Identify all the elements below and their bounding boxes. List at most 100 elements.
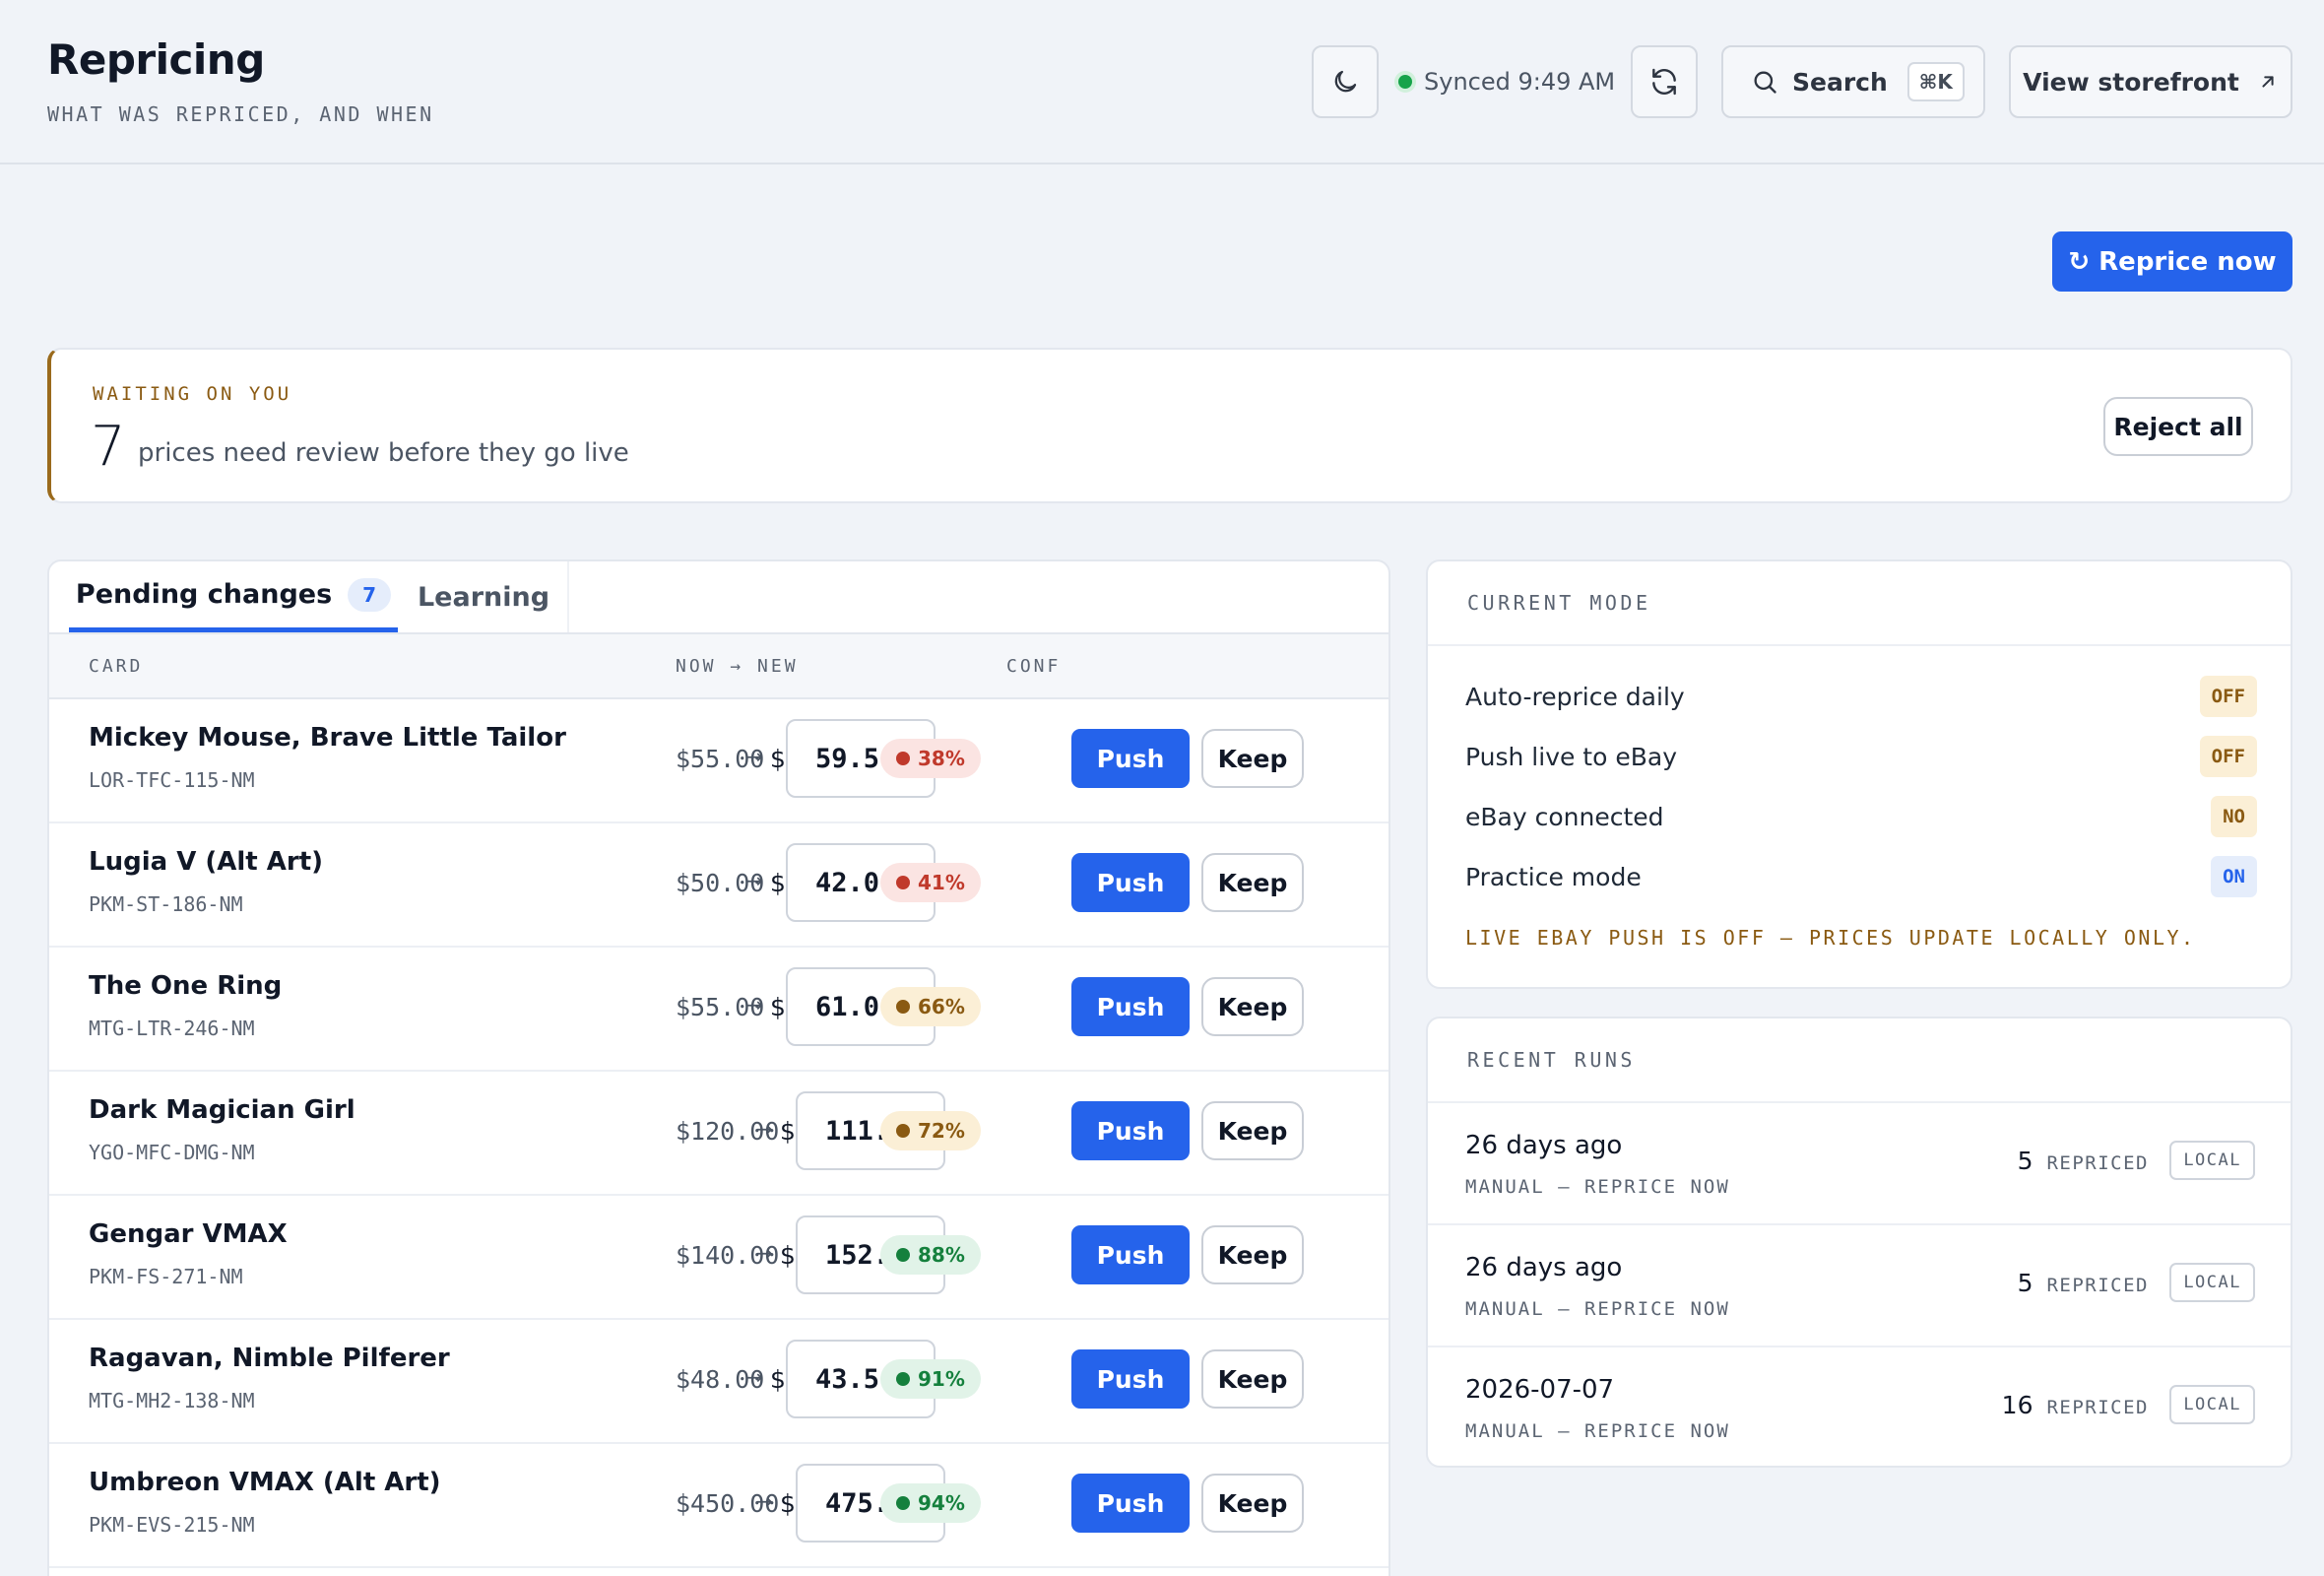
sync-dot-icon <box>1398 75 1412 89</box>
run-row: 26 days ago MANUAL — REPRICE NOW 5 REPRICED… <box>1428 1225 2291 1347</box>
confidence-dot-icon <box>896 1372 910 1386</box>
card-sku: MTG-MH2-138-NM <box>89 1389 255 1412</box>
run-row: 2026-07-07 MANUAL — REPRICE NOW 16 REPRICED… <box>1428 1347 2291 1470</box>
reprice-now-button[interactable]: ↻ Reprice now <box>2052 231 2292 292</box>
external-link-icon <box>2262 76 2274 88</box>
search-shortcut: ⌘K <box>1906 62 1965 101</box>
mode-setting-label: Auto-reprice daily <box>1465 682 1685 711</box>
repriced-label: REPRICED <box>2046 1397 2149 1418</box>
arrow-icon: → <box>756 1241 773 1265</box>
confidence-dot-icon <box>896 876 910 889</box>
arrow-icon: → <box>756 1117 773 1141</box>
pending-rows: Mickey Mouse, Brave Little Tailor LOR-TFC… <box>49 699 1388 1568</box>
card-sku: MTG-LTR-246-NM <box>89 1017 255 1040</box>
arrow-icon: → <box>746 869 763 892</box>
keep-button[interactable]: Keep <box>1201 1474 1304 1533</box>
confidence-value: 72% <box>918 1119 965 1143</box>
push-button[interactable]: Push <box>1071 729 1190 788</box>
divider <box>1428 644 2291 646</box>
refresh-button[interactable] <box>1631 45 1698 118</box>
push-button[interactable]: Push <box>1071 1225 1190 1284</box>
current-mode-title: CURRENT MODE <box>1467 591 1651 615</box>
page-title: Repricing <box>47 35 265 84</box>
currency-symbol: $ <box>780 1241 796 1270</box>
current-mode-panel: CURRENT MODE Auto-reprice daily OFF Push l… <box>1426 559 2292 989</box>
keep-button[interactable]: Keep <box>1201 1225 1304 1284</box>
confidence-badge: 72% <box>880 1111 981 1150</box>
push-button[interactable]: Push <box>1071 1349 1190 1409</box>
keep-button[interactable]: Keep <box>1201 1101 1304 1160</box>
confidence-value: 94% <box>918 1491 965 1515</box>
sync-status: Synced 9:49 AM <box>1398 63 1615 100</box>
push-button[interactable]: Push <box>1071 853 1190 912</box>
card-sku: LOR-TFC-115-NM <box>89 768 255 792</box>
confidence-value: 38% <box>918 747 965 770</box>
card-name: Gengar VMAX <box>89 1219 288 1249</box>
search-button[interactable]: Search ⌘K <box>1721 45 1985 118</box>
push-button[interactable]: Push <box>1071 1474 1190 1533</box>
refresh-icon <box>1652 68 1676 96</box>
keep-button[interactable]: Keep <box>1201 853 1304 912</box>
table-row: Dark Magician Girl YGO-MFC-DMG-NM $120.00 →… <box>49 1072 1388 1196</box>
mode-note: LIVE EBAY PUSH IS OFF — PRICES UPDATE LO… <box>1465 926 2196 950</box>
mode-setting-label: eBay connected <box>1465 802 1664 831</box>
push-button[interactable]: Push <box>1071 977 1190 1036</box>
table-row: Mickey Mouse, Brave Little Tailor LOR-TFC… <box>49 699 1388 823</box>
repriced-count: 5 REPRICED <box>2018 1147 2149 1175</box>
view-storefront-button[interactable]: View storefront <box>2009 45 2292 118</box>
search-icon <box>1754 71 1776 94</box>
repriced-number: 5 <box>2017 1269 2034 1297</box>
push-button[interactable]: Push <box>1071 1101 1190 1160</box>
tab-learning[interactable]: Learning <box>400 561 569 632</box>
col-now-new: NOW → NEW <box>676 656 799 677</box>
tab-bar: Pending changes 7 Learning <box>49 561 1388 634</box>
arrow-icon: → <box>746 1365 763 1389</box>
col-conf: CONF <box>1006 656 1062 677</box>
arrow-icon: → <box>746 745 763 768</box>
currency-symbol: $ <box>770 745 786 773</box>
waiting-label: WAITING ON YOU <box>93 383 292 405</box>
theme-toggle-button[interactable] <box>1312 45 1379 118</box>
run-row: 26 days ago MANUAL — REPRICE NOW 5 REPRICED… <box>1428 1103 2291 1225</box>
card-sku: PKM-FS-271-NM <box>89 1265 243 1288</box>
table-header: CARD NOW → NEW CONF <box>49 634 1388 699</box>
waiting-banner: WAITING ON YOU 7 prices need review befo… <box>47 348 2292 503</box>
confidence-badge: 66% <box>880 987 981 1026</box>
run-kind: MANUAL — REPRICE NOW <box>1465 1176 1730 1198</box>
tab-pending-label: Pending changes <box>75 579 333 610</box>
arrow-icon: → <box>746 993 763 1017</box>
confidence-value: 91% <box>918 1367 965 1391</box>
confidence-badge: 91% <box>880 1359 981 1399</box>
mode-setting-label: Practice mode <box>1465 862 1642 891</box>
mode-status-badge: OFF <box>2199 676 2257 717</box>
confidence-value: 41% <box>918 871 965 894</box>
keep-button[interactable]: Keep <box>1201 977 1304 1036</box>
confidence-value: 88% <box>918 1243 965 1267</box>
repriced-number: 5 <box>2017 1147 2034 1175</box>
mode-status-badge: ON <box>2211 856 2257 897</box>
reject-all-button[interactable]: Reject all <box>2103 397 2253 456</box>
card-sku: PKM-EVS-215-NM <box>89 1513 255 1537</box>
confidence-badge: 41% <box>880 863 981 902</box>
confidence-dot-icon <box>896 1248 910 1262</box>
waiting-count: 7 <box>91 415 126 479</box>
repriced-label: REPRICED <box>2046 1275 2149 1296</box>
mode-setting-row: Practice mode ON <box>1465 852 2257 901</box>
run-kind: MANUAL — REPRICE NOW <box>1465 1298 1730 1320</box>
currency-symbol: $ <box>770 869 786 897</box>
moon-icon <box>1334 70 1357 93</box>
pending-count-badge: 7 <box>348 577 392 612</box>
run-tag: LOCAL <box>2169 1263 2255 1302</box>
keep-button[interactable]: Keep <box>1201 1349 1304 1409</box>
col-card: CARD <box>89 656 144 677</box>
run-tag: LOCAL <box>2169 1141 2255 1180</box>
sync-status-text: Synced 9:49 AM <box>1424 68 1616 96</box>
confidence-dot-icon <box>896 752 910 765</box>
table-row: Lugia V (Alt Art) PKM-ST-186-NM $50.00 → $42… <box>49 823 1388 948</box>
card-name: Ragavan, Nimble Pilferer <box>89 1344 450 1373</box>
tab-pending-changes[interactable]: Pending changes 7 <box>69 561 398 632</box>
keep-button[interactable]: Keep <box>1201 729 1304 788</box>
currency-symbol: $ <box>780 1117 796 1146</box>
run-time: 2026-07-07 <box>1465 1375 1615 1405</box>
confidence-badge: 38% <box>880 739 981 778</box>
